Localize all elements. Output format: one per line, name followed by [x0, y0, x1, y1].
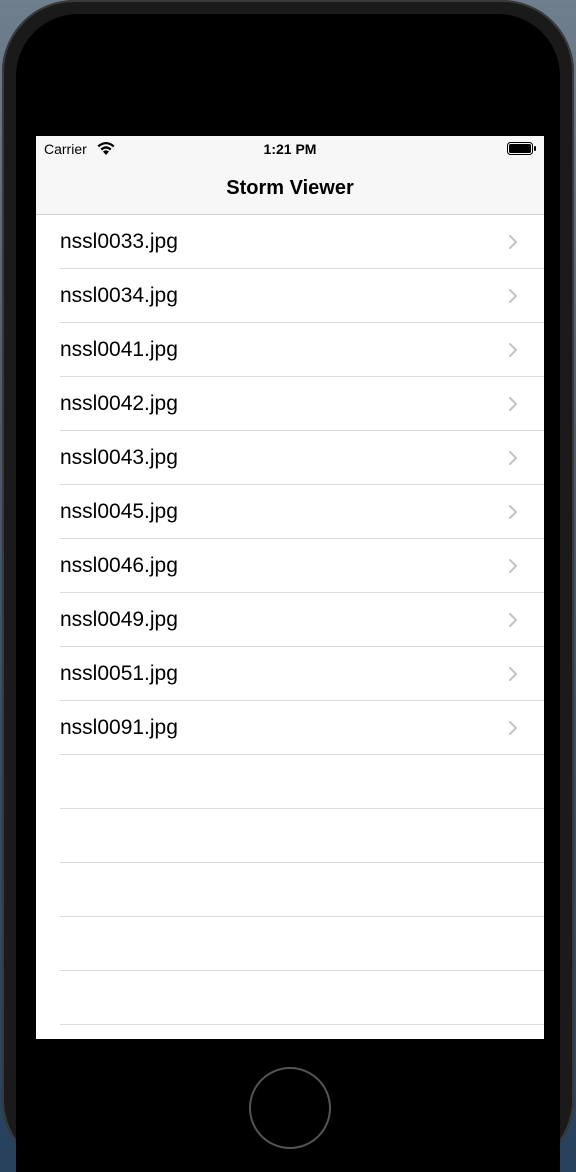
- chevron-right-icon: [509, 289, 517, 303]
- battery-icon: [507, 142, 536, 155]
- list-item-label: nssl0049.jpg: [60, 608, 178, 631]
- list-item-label: nssl0041.jpg: [60, 338, 178, 361]
- navigation-bar: Storm Viewer: [36, 162, 544, 215]
- empty-list-row: [36, 971, 544, 1025]
- empty-list-row: [36, 1025, 544, 1039]
- list-item[interactable]: nssl0046.jpg: [36, 539, 544, 593]
- status-time: 1:21 PM: [263, 141, 317, 157]
- chevron-right-icon: [509, 235, 517, 249]
- list-item[interactable]: nssl0051.jpg: [36, 647, 544, 701]
- list-item-label: nssl0051.jpg: [60, 662, 178, 685]
- status-bar: Carrier 1:21 PM: [36, 136, 544, 162]
- list-item-label: nssl0045.jpg: [60, 500, 178, 523]
- chevron-right-icon: [509, 451, 517, 465]
- app-screen: Carrier 1:21 PM Storm Viewer nssl0033.jp…: [36, 136, 544, 1039]
- list-item-label: nssl0091.jpg: [60, 716, 178, 739]
- empty-list-row: [36, 917, 544, 971]
- empty-list-row: [36, 863, 544, 917]
- empty-list-row: [36, 755, 544, 809]
- list-item[interactable]: nssl0049.jpg: [36, 593, 544, 647]
- chevron-right-icon: [509, 559, 517, 573]
- home-button[interactable]: [249, 1067, 331, 1149]
- chevron-right-icon: [509, 397, 517, 411]
- chevron-right-icon: [509, 613, 517, 627]
- chevron-right-icon: [509, 343, 517, 357]
- list-item[interactable]: nssl0033.jpg: [36, 215, 544, 269]
- empty-list-row: [36, 809, 544, 863]
- list-item-label: nssl0034.jpg: [60, 284, 178, 307]
- chevron-right-icon: [509, 505, 517, 519]
- chevron-right-icon: [509, 721, 517, 735]
- list-item-label: nssl0033.jpg: [60, 230, 178, 253]
- list-item[interactable]: nssl0041.jpg: [36, 323, 544, 377]
- list-item-label: nssl0046.jpg: [60, 554, 178, 577]
- list-item[interactable]: nssl0091.jpg: [36, 701, 544, 755]
- list-item[interactable]: nssl0043.jpg: [36, 431, 544, 485]
- list-item-label: nssl0042.jpg: [60, 392, 178, 415]
- list-item[interactable]: nssl0042.jpg: [36, 377, 544, 431]
- picture-list: nssl0033.jpg nssl0034.jpg nssl0041.jpg n…: [36, 215, 544, 1039]
- list-item[interactable]: nssl0045.jpg: [36, 485, 544, 539]
- nav-title: Storm Viewer: [226, 177, 354, 199]
- list-item-label: nssl0043.jpg: [60, 446, 178, 469]
- list-item[interactable]: nssl0034.jpg: [36, 269, 544, 323]
- chevron-right-icon: [509, 667, 517, 681]
